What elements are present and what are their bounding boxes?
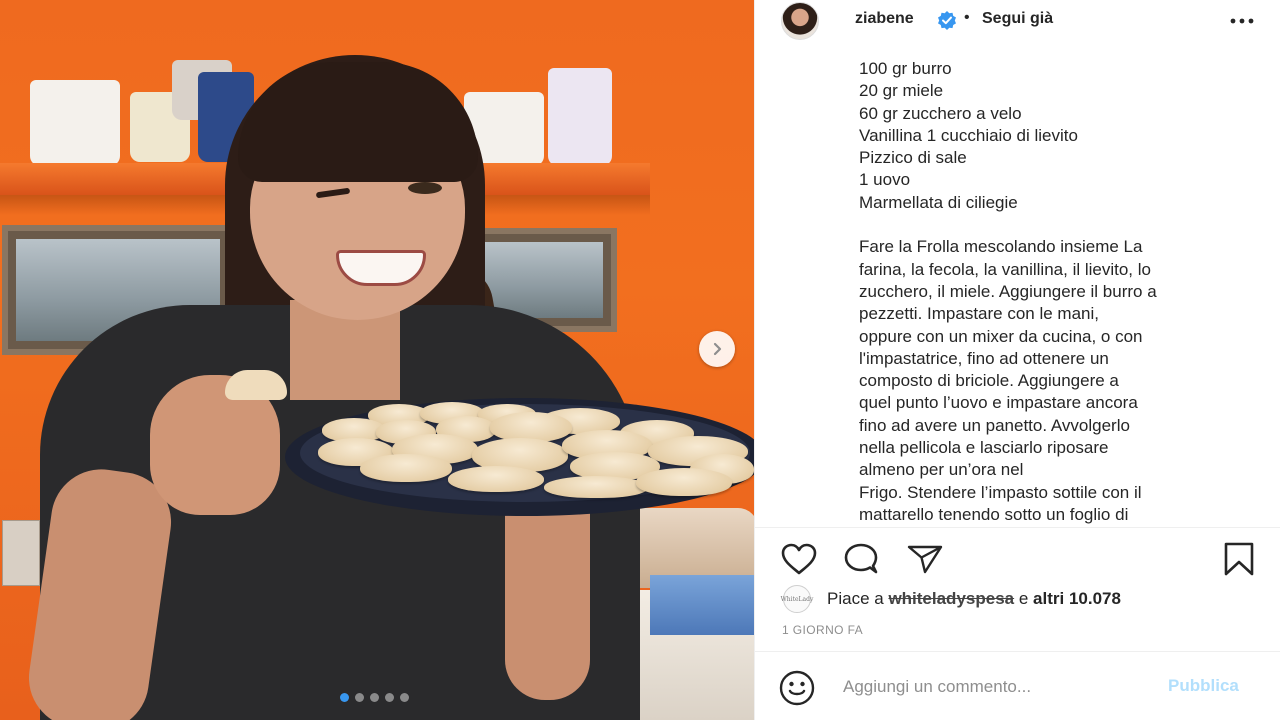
comment-icon [844, 543, 878, 574]
caption-line: Pizzico di sale [859, 148, 967, 168]
publish-button[interactable]: Pubblica [1168, 676, 1239, 696]
carousel-dot [340, 693, 349, 702]
caption-line: oppure con un mixer da cucina, o con [859, 326, 1143, 346]
caption-line: fino ad avere un panetto. Avvolgerlo [859, 415, 1130, 435]
caption-line: almeno per un’ora nel [859, 460, 1024, 480]
emoji-button[interactable] [779, 670, 815, 706]
caption-line: Frigo. Stendere l’impasto sottile con il [859, 482, 1142, 502]
heart-icon [781, 543, 817, 575]
more-options-icon [1230, 18, 1254, 24]
likes-summary: WhiteLady Piace a whiteladyspesa e altri… [781, 585, 1121, 613]
post-side-panel: ziabene • Segui già 100 gr burro 20 gr mi… [754, 0, 1280, 720]
verified-badge-icon [938, 11, 956, 30]
carousel-dot [355, 693, 364, 702]
caption-line: farina, la fecola, la vanillina, il liev… [859, 259, 1151, 279]
caption-line: quel punto l’uovo e impastare ancora [859, 393, 1138, 413]
caption-line [859, 214, 1259, 236]
caption-line: 20 gr miele [859, 81, 944, 101]
held-biscuit [225, 370, 287, 400]
chevron-right-icon [713, 342, 722, 356]
biscuit [544, 476, 648, 498]
post-photo[interactable] [0, 0, 754, 720]
caption-line: 60 gr zucchero a velo [859, 103, 1022, 123]
post-timestamp[interactable]: 1 GIORNO FA [782, 623, 863, 637]
separator-dot: • [964, 9, 970, 26]
next-slide-button[interactable] [699, 331, 735, 367]
comment-input[interactable] [843, 674, 1143, 700]
avatar[interactable] [781, 2, 819, 40]
username-link[interactable]: ziabene [855, 10, 914, 28]
liker-username-link[interactable]: whiteladyspesa [888, 589, 1014, 608]
mug [30, 80, 120, 166]
caption-line: 100 gr burro [859, 59, 952, 78]
light-switch [2, 520, 40, 586]
mug [548, 68, 612, 166]
caption-line: mattarello tenendo sotto un foglio di [859, 504, 1129, 524]
likes-conjunction: e [1018, 589, 1029, 608]
more-options-button[interactable] [1227, 6, 1257, 36]
likes-prefix: Piace a [827, 589, 884, 608]
caption-line: composto di briciole. Aggiungere a [859, 371, 1119, 391]
action-bar [755, 527, 1280, 588]
caption-line: Marmellata di ciliegie [859, 192, 1018, 212]
carousel-indicator [340, 693, 409, 702]
carousel-dot [370, 693, 379, 702]
caption-line: pezzetti. Impastare con le mani, [859, 304, 1100, 324]
paper-plane-icon [907, 545, 943, 574]
share-button[interactable] [905, 542, 945, 576]
carousel-dot [385, 693, 394, 702]
open-eye [408, 182, 442, 194]
post-caption: 100 gr burro 20 gr miele 60 gr zucchero a … [859, 58, 1259, 526]
following-button[interactable]: Segui già [982, 10, 1053, 28]
blue-box [650, 575, 754, 635]
biscuit [636, 468, 732, 496]
post-header: ziabene • Segui già [755, 0, 1280, 40]
smiley-icon [779, 670, 815, 706]
caption-line: Fare la Frolla mescolando insieme La [859, 237, 1143, 257]
liker-avatar[interactable]: WhiteLady [781, 585, 813, 613]
biscuit [360, 454, 452, 482]
like-button[interactable] [779, 542, 819, 576]
caption-line: nella pellicola e lasciarlo riposare [859, 438, 1109, 458]
comment-button[interactable] [841, 542, 881, 576]
comment-composer: Pubblica [755, 651, 1280, 721]
bookmark-icon [1224, 542, 1254, 576]
carousel-dot [400, 693, 409, 702]
caption-line: zucchero, il miele. Aggiungere il burro … [859, 281, 1157, 301]
biscuit [448, 466, 544, 492]
caption-line: 1 uovo [859, 170, 911, 190]
caption-line: Vanillina 1 cucchiaio di lievito [859, 125, 1078, 145]
caption-line: l'impastatrice, fino ad ottenere un [859, 348, 1109, 368]
likes-count-link[interactable]: altri 10.078 [1033, 589, 1121, 608]
save-button[interactable] [1219, 542, 1259, 576]
